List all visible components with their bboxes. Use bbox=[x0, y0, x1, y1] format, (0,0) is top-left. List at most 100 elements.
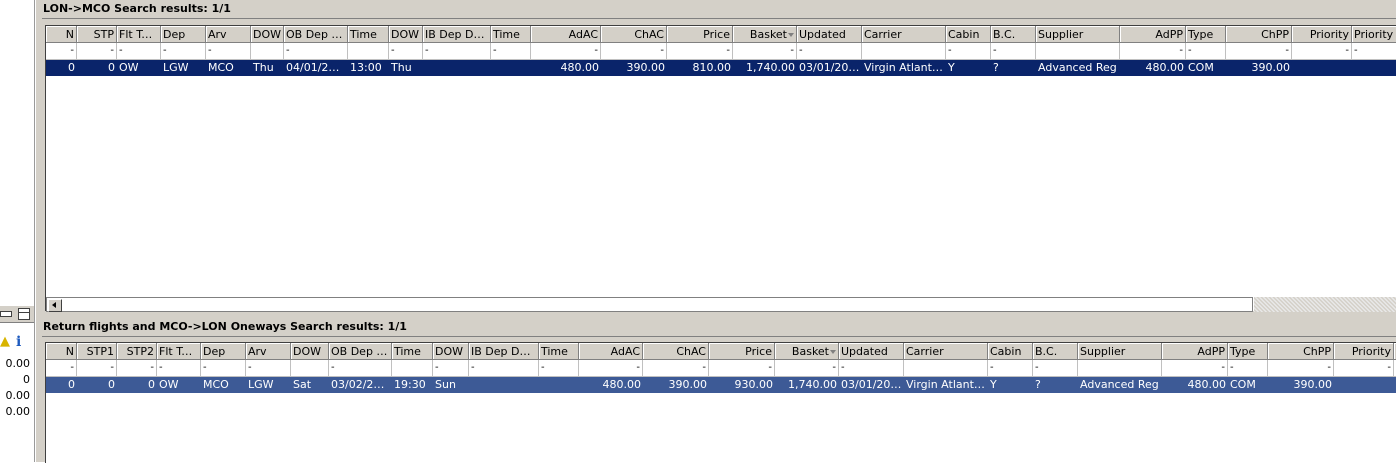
column-header[interactable]: N bbox=[46, 26, 77, 43]
column-header[interactable]: B.C. bbox=[991, 26, 1036, 43]
column-header[interactable]: IB Dep Date bbox=[469, 343, 539, 360]
filter-cell[interactable]: - bbox=[797, 43, 862, 59]
filter-cell[interactable]: - bbox=[539, 360, 579, 376]
filter-cell[interactable]: - bbox=[491, 43, 531, 59]
column-header[interactable]: B.C. bbox=[1033, 343, 1078, 360]
column-header[interactable]: AdAC bbox=[531, 26, 601, 43]
column-header-row[interactable]: N STP Flt Type Dep Arv DOW OB Dep D... Time DOW I… bbox=[46, 26, 1396, 43]
column-header[interactable]: OB Dep D... bbox=[329, 343, 392, 360]
column-header[interactable]: AdAC bbox=[579, 343, 643, 360]
column-header-row[interactable]: N STP1 STP2 Flt Type Dep Arv DOW OB Dep D... Tim… bbox=[46, 343, 1396, 360]
filter-cell[interactable]: - bbox=[329, 360, 392, 376]
scroll-left-icon[interactable] bbox=[48, 299, 62, 312]
column-header[interactable]: Carrier bbox=[862, 26, 946, 43]
filter-cell[interactable]: - bbox=[946, 43, 991, 59]
column-header[interactable]: ChAC bbox=[643, 343, 709, 360]
column-header[interactable]: DOW bbox=[291, 343, 329, 360]
minimize-icon[interactable] bbox=[0, 311, 12, 317]
table-row[interactable]: 0 0 OW LGW MCO Thu 04/01/2018 13:00 Thu 480.00 390… bbox=[46, 60, 1396, 76]
filter-cell[interactable] bbox=[251, 43, 284, 59]
column-header[interactable]: DOW bbox=[389, 26, 423, 43]
column-header[interactable]: STP2 bbox=[117, 343, 157, 360]
filter-cell[interactable]: - bbox=[1228, 360, 1268, 376]
column-header[interactable]: Updated bbox=[839, 343, 904, 360]
column-header[interactable]: Type bbox=[1228, 343, 1268, 360]
filter-row[interactable]: --------------------- bbox=[46, 43, 1396, 60]
filter-cell[interactable] bbox=[862, 43, 946, 59]
filter-cell[interactable]: - bbox=[1120, 43, 1186, 59]
column-header[interactable]: Time bbox=[392, 343, 433, 360]
column-header[interactable]: ChPP bbox=[1226, 26, 1292, 43]
column-header[interactable]: Time bbox=[539, 343, 579, 360]
filter-cell[interactable]: - bbox=[1334, 360, 1394, 376]
column-header[interactable]: Updated bbox=[797, 26, 862, 43]
column-header[interactable]: Time bbox=[491, 26, 531, 43]
column-header[interactable]: DOW bbox=[433, 343, 469, 360]
filter-cell[interactable]: - bbox=[77, 43, 117, 59]
filter-cell[interactable]: - bbox=[643, 360, 709, 376]
filter-cell[interactable]: - bbox=[667, 43, 733, 59]
filter-cell[interactable]: - bbox=[601, 43, 667, 59]
restore-icon[interactable] bbox=[18, 308, 30, 320]
filter-cell[interactable]: - bbox=[389, 43, 423, 59]
filter-cell[interactable]: - bbox=[284, 43, 348, 59]
filter-cell[interactable] bbox=[392, 360, 433, 376]
filter-cell[interactable]: - bbox=[988, 360, 1033, 376]
column-header[interactable]: Arv bbox=[206, 26, 251, 43]
column-header[interactable]: Arv bbox=[246, 343, 291, 360]
filter-cell[interactable]: - bbox=[206, 43, 251, 59]
column-header[interactable]: Cabin bbox=[988, 343, 1033, 360]
filter-row[interactable]: ---------------------- bbox=[46, 360, 1396, 377]
filter-cell[interactable]: - bbox=[775, 360, 839, 376]
filter-cell[interactable] bbox=[291, 360, 329, 376]
column-header[interactable]: IB Dep Date bbox=[423, 26, 491, 43]
column-header[interactable]: ChPP bbox=[1268, 343, 1334, 360]
filter-cell[interactable]: - bbox=[77, 360, 117, 376]
column-header[interactable]: Priority bbox=[1334, 343, 1394, 360]
column-header[interactable]: Time bbox=[348, 26, 389, 43]
column-header[interactable]: Price bbox=[667, 26, 733, 43]
column-header[interactable]: Dep bbox=[201, 343, 246, 360]
column-header[interactable]: STP1 bbox=[77, 343, 117, 360]
filter-cell[interactable]: - bbox=[423, 43, 491, 59]
filter-cell[interactable]: - bbox=[46, 43, 77, 59]
filter-cell[interactable]: - bbox=[1186, 43, 1226, 59]
horizontal-scrollbar[interactable] bbox=[46, 297, 1253, 312]
filter-cell[interactable] bbox=[1036, 43, 1120, 59]
column-header[interactable]: ChAC bbox=[601, 26, 667, 43]
filter-cell[interactable]: - bbox=[1162, 360, 1228, 376]
column-header[interactable]: AdPP bbox=[1162, 343, 1228, 360]
filter-cell[interactable]: - bbox=[1226, 43, 1292, 59]
column-header[interactable]: N bbox=[46, 343, 77, 360]
filter-cell[interactable]: - bbox=[433, 360, 469, 376]
column-header[interactable]: Price bbox=[709, 343, 775, 360]
outbound-results-grid[interactable]: N STP Flt Type Dep Arv DOW OB Dep D... Time DOW I… bbox=[45, 25, 1396, 311]
filter-cell[interactable]: - bbox=[117, 360, 157, 376]
column-header[interactable]: Flt Type bbox=[117, 26, 161, 43]
scrollbar-track[interactable] bbox=[1254, 297, 1396, 312]
column-header[interactable]: Dep bbox=[161, 26, 206, 43]
filter-cell[interactable]: - bbox=[201, 360, 246, 376]
arrow-up-icon[interactable]: ▲ bbox=[0, 334, 10, 350]
filter-cell[interactable]: - bbox=[991, 43, 1036, 59]
filter-cell[interactable]: - bbox=[1268, 360, 1334, 376]
filter-cell[interactable]: - bbox=[1033, 360, 1078, 376]
column-header[interactable]: Supplier bbox=[1036, 26, 1120, 43]
filter-cell[interactable]: - bbox=[733, 43, 797, 59]
filter-cell[interactable]: - bbox=[531, 43, 601, 59]
filter-cell[interactable]: - bbox=[161, 43, 206, 59]
column-header[interactable]: Priority bbox=[1292, 26, 1352, 43]
column-header[interactable]: STP bbox=[77, 26, 117, 43]
filter-cell[interactable]: - bbox=[1292, 43, 1352, 59]
column-header[interactable]: Basket bbox=[733, 26, 797, 43]
filter-cell[interactable]: - bbox=[117, 43, 161, 59]
filter-cell[interactable]: - bbox=[839, 360, 904, 376]
filter-cell[interactable]: - bbox=[709, 360, 775, 376]
filter-cell[interactable]: - bbox=[46, 360, 77, 376]
column-header[interactable]: Priority d bbox=[1352, 26, 1396, 43]
column-header[interactable]: AdPP bbox=[1120, 26, 1186, 43]
table-row[interactable]: 0 0 0 OW MCO LGW Sat 03/02/2018 19:30 Sun 480.00 39… bbox=[46, 377, 1396, 393]
filter-cell[interactable]: - bbox=[157, 360, 201, 376]
info-icon[interactable]: i bbox=[16, 334, 21, 350]
filter-cell[interactable] bbox=[1078, 360, 1162, 376]
